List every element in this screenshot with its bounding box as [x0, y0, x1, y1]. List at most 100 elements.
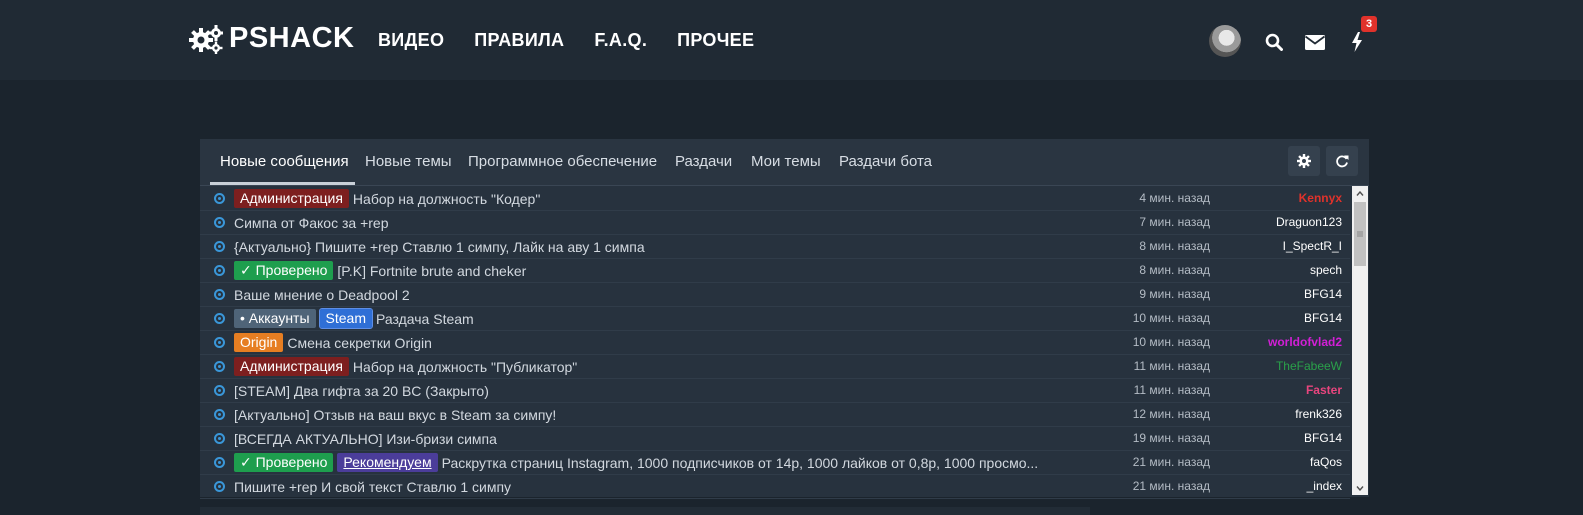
thread-title[interactable]: Набор на должность "Публикатор": [353, 359, 577, 375]
thread-author[interactable]: Kennyx: [1230, 187, 1342, 210]
scroll-thumb[interactable]: [1354, 202, 1366, 266]
thread-row[interactable]: Администрация Набор на должность "Кодер" 4…: [200, 187, 1350, 211]
thread-row[interactable]: {Актуально} Пишите +rep Ставлю 1 симпу, …: [200, 235, 1350, 259]
thread-title[interactable]: Смена секретки Origin: [287, 335, 432, 351]
tab-my-threads[interactable]: Мои темы: [751, 153, 821, 170]
unread-dot-icon[interactable]: [214, 409, 225, 420]
thread-title[interactable]: Раздача Steam: [376, 311, 474, 327]
thread-title[interactable]: Набор на должность "Кодер": [353, 191, 540, 207]
gear-icon: [1297, 154, 1311, 168]
unread-dot-icon[interactable]: [214, 289, 225, 300]
unread-dot-icon[interactable]: [214, 433, 225, 444]
thread-main: Origin Смена секретки Origin: [234, 331, 432, 354]
thread-author[interactable]: BFG14: [1230, 307, 1342, 330]
thread-row[interactable]: [ВСЕГДА АКТУАЛЬНО] Изи-бризи симпа 19 мин…: [200, 427, 1350, 451]
thread-prefix-badge[interactable]: Origin: [234, 333, 284, 352]
thread-row[interactable]: [Актуально] Отзыв на ваш вкус в Steam за…: [200, 403, 1350, 427]
thread-author[interactable]: frenk326: [1230, 403, 1342, 426]
thread-author[interactable]: TheFabeeW: [1230, 355, 1342, 378]
thread-time: 7 мин. назад: [1139, 215, 1210, 229]
bolt-icon[interactable]: [1351, 32, 1363, 57]
thread-prefix-badge[interactable]: Администрация: [234, 357, 349, 376]
thread-row[interactable]: Администрация Набор на должность "Публика…: [200, 355, 1350, 379]
thread-title[interactable]: {Актуально} Пишите +rep Ставлю 1 симпу, …: [234, 239, 645, 255]
threads-panel: Новые сообщения Новые темы Программное о…: [200, 139, 1369, 499]
scroll-up-arrow[interactable]: [1352, 186, 1368, 200]
thread-time: 11 мин. назад: [1133, 359, 1210, 373]
thread-prefix-badge[interactable]: Steam: [318, 308, 374, 329]
refresh-button[interactable]: [1326, 146, 1358, 176]
thread-row[interactable]: ✓ Проверено Рекомендуем Раскрутка страниц …: [200, 451, 1350, 475]
nav-video[interactable]: ВИДЕО: [378, 30, 444, 51]
scroll-down-arrow[interactable]: [1352, 481, 1368, 495]
thread-row[interactable]: Origin Смена секретки Origin 10 мин. назад…: [200, 331, 1350, 355]
site-header: PSHACK ВИДЕО ПРАВИЛА F.A.Q. ПРОЧЕЕ 3: [0, 0, 1583, 80]
thread-author[interactable]: BFG14: [1230, 283, 1342, 306]
thread-author[interactable]: Draguon123: [1230, 211, 1342, 234]
thread-author[interactable]: BFG14: [1230, 427, 1342, 450]
unread-dot-icon[interactable]: [214, 217, 225, 228]
thread-row[interactable]: Симпа от Факос за +rep 7 мин. назад Draguo…: [200, 211, 1350, 235]
site-logo[interactable]: PSHACK: [189, 22, 354, 55]
tab-software[interactable]: Программное обеспечение: [468, 153, 657, 170]
nav-faq[interactable]: F.A.Q.: [594, 30, 647, 51]
thread-title[interactable]: Ваше мнение о Deadpool 2: [234, 287, 410, 303]
thread-main: Симпа от Факос за +rep: [234, 211, 389, 234]
thread-prefix-badge[interactable]: ✓ Проверено: [234, 453, 334, 472]
thread-title[interactable]: Симпа от Факос за +rep: [234, 215, 389, 231]
unread-dot-icon[interactable]: [214, 385, 225, 396]
thread-row[interactable]: Пишите +rep И свой текст Ставлю 1 симпу 2…: [200, 475, 1350, 499]
thread-row[interactable]: ✓ Проверено [P.K] Fortnite brute and chek…: [200, 259, 1350, 283]
thread-main: ✓ Проверено Рекомендуем Раскрутка страниц …: [234, 451, 1038, 474]
thread-main: Администрация Набор на должность "Публика…: [234, 355, 577, 378]
thread-main: Администрация Набор на должность "Кодер": [234, 187, 540, 210]
gears-icon: [189, 24, 223, 54]
nav-rules[interactable]: ПРАВИЛА: [474, 30, 564, 51]
scrollbar[interactable]: [1352, 186, 1368, 495]
thread-author[interactable]: faQos: [1230, 451, 1342, 474]
thread-row[interactable]: • Аккаунты Steam Раздача Steam 10 мин. наза…: [200, 307, 1350, 331]
thread-author[interactable]: worldofvlad2: [1230, 331, 1342, 354]
tab-giveaways[interactable]: Раздачи: [675, 153, 732, 170]
thread-title[interactable]: [ВСЕГДА АКТУАЛЬНО] Изи-бризи симпа: [234, 431, 497, 447]
thread-title[interactable]: [STEAM] Два гифта за 20 BC (Закрыто): [234, 383, 489, 399]
envelope-icon[interactable]: [1304, 35, 1326, 55]
thread-title[interactable]: Раскрутка страниц Instagram, 1000 подпис…: [442, 455, 1039, 471]
unread-dot-icon[interactable]: [214, 265, 225, 276]
thread-author[interactable]: Faster: [1230, 379, 1342, 402]
thread-prefix-badge[interactable]: ✓ Проверено: [234, 261, 334, 280]
unread-dot-icon[interactable]: [214, 481, 225, 492]
thread-time: 12 мин. назад: [1132, 407, 1210, 421]
thread-title[interactable]: Пишите +rep И свой текст Ставлю 1 симпу: [234, 479, 511, 495]
unread-dot-icon[interactable]: [214, 313, 225, 324]
thread-time: 8 мин. назад: [1139, 239, 1210, 253]
thread-list: Администрация Набор на должность "Кодер" 4…: [200, 187, 1350, 499]
thread-row[interactable]: [STEAM] Два гифта за 20 BC (Закрыто) 11 м…: [200, 379, 1350, 403]
search-icon[interactable]: [1265, 33, 1283, 56]
tab-bot-giveaways[interactable]: Раздачи бота: [839, 153, 932, 170]
thread-prefix-badge[interactable]: Рекомендуем: [337, 453, 438, 472]
thread-prefix-badge[interactable]: Администрация: [234, 189, 349, 208]
avatar[interactable]: [1209, 25, 1241, 57]
nav-other[interactable]: ПРОЧЕЕ: [677, 30, 754, 51]
thread-main: [STEAM] Два гифта за 20 BC (Закрыто): [234, 379, 489, 402]
thread-author[interactable]: I_SpectR_I: [1230, 235, 1342, 258]
unread-dot-icon[interactable]: [214, 361, 225, 372]
unread-dot-icon[interactable]: [214, 193, 225, 204]
unread-dot-icon[interactable]: [214, 241, 225, 252]
unread-dot-icon[interactable]: [214, 337, 225, 348]
settings-button[interactable]: [1288, 146, 1320, 176]
thread-author[interactable]: _index: [1230, 475, 1342, 498]
refresh-icon: [1336, 155, 1349, 168]
thread-title[interactable]: [Актуально] Отзыв на ваш вкус в Steam за…: [234, 407, 556, 423]
thread-author[interactable]: spech: [1230, 259, 1342, 282]
tab-new-messages[interactable]: Новые сообщения: [220, 153, 349, 170]
tab-new-threads[interactable]: Новые темы: [365, 153, 452, 170]
thread-main: ✓ Проверено [P.K] Fortnite brute and chek…: [234, 259, 526, 282]
thread-row[interactable]: Ваше мнение о Deadpool 2 9 мин. назад BFG1…: [200, 283, 1350, 307]
thread-prefix-badge[interactable]: • Аккаунты: [234, 309, 316, 328]
thread-title[interactable]: [P.K] Fortnite brute and cheker: [337, 263, 526, 279]
unread-dot-icon[interactable]: [214, 457, 225, 468]
active-tab-indicator: [210, 182, 355, 185]
thread-main: Ваше мнение о Deadpool 2: [234, 283, 410, 306]
